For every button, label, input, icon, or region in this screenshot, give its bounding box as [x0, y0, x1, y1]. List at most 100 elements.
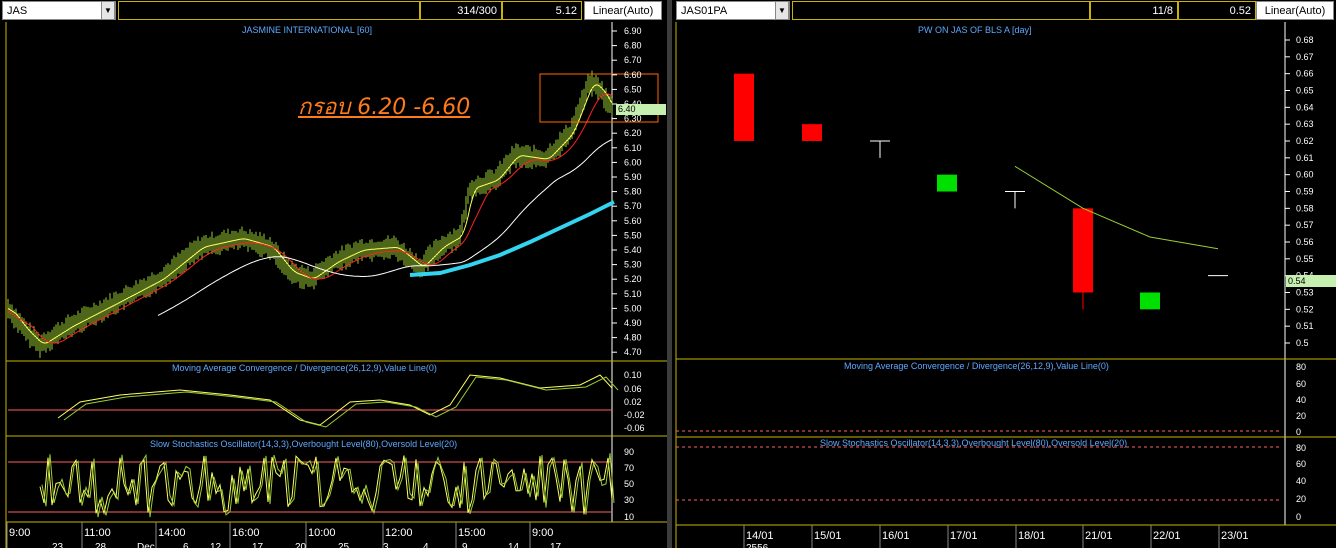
price-tick-label: 0.60: [1296, 170, 1314, 180]
stoch-tick-label: 70: [624, 463, 634, 473]
macd-tick-label: -0.06: [624, 423, 645, 433]
price-tick-label: 4.70: [624, 347, 642, 357]
left-macd-title: Moving Average Convergence / Divergence(…: [172, 363, 437, 373]
price-tick-label: 0.53: [1296, 288, 1314, 298]
moving-average-line: [1014, 165, 1219, 250]
price-tick-label: 0.65: [1296, 86, 1314, 96]
date-axis-label: 18/01: [1018, 530, 1046, 542]
price-tick-label: 0.51: [1296, 321, 1314, 331]
price-tick-label: 0.61: [1296, 153, 1314, 163]
price-tick-label: 0.62: [1296, 136, 1314, 146]
date-axis-label: 17: [550, 542, 562, 548]
price-tick-label: 5.20: [624, 274, 642, 284]
stoch-tick-label: 10: [624, 512, 634, 522]
price-tick-label: 0.63: [1296, 119, 1314, 129]
candle-body: [734, 73, 754, 141]
price-tick-label: 5.00: [624, 303, 642, 313]
price-tick-label: 0.68: [1296, 35, 1314, 45]
date-axis-label: 20: [295, 542, 307, 548]
price-tick-label: 6.20: [624, 128, 642, 138]
price-tick-label: 0.64: [1296, 102, 1314, 112]
left-chart-pane[interactable]: JAS ▼ 314/300 5.12 Linear(Auto) 6.90 6.80…: [0, 0, 667, 548]
right-stoch-title: Slow Stochastics Oscillator(14,3,3),Over…: [820, 438, 1128, 448]
right-chart-pane[interactable]: JAS01PA ▼ 11/8 0.52 Linear(Auto) 0.68 0.6…: [672, 0, 1336, 548]
price-tick-label: 0.67: [1296, 52, 1314, 62]
price-tick-label: 5.60: [624, 216, 642, 226]
price-tick-label: 5.90: [624, 172, 642, 182]
price-tick-label: 5.70: [624, 201, 642, 211]
price-tick-label: 5.50: [624, 230, 642, 240]
price-tick-label: 0.5: [1296, 338, 1309, 348]
price-tick-label: 5.10: [624, 289, 642, 299]
price-tick-label: 5.40: [624, 245, 642, 255]
price-tick-label: 6.60: [624, 70, 642, 80]
macd-line: [57, 374, 613, 426]
date-axis-label: 9: [462, 542, 468, 548]
time-axis-label: 10:00: [308, 527, 336, 539]
price-tick-label: 0.52: [1296, 304, 1314, 314]
price-tick-label: 6.70: [624, 55, 642, 65]
price-tick-label: 6.80: [624, 41, 642, 51]
macd-tick-label: 0: [1296, 427, 1301, 437]
right-price-badge: 0.54: [1286, 275, 1336, 287]
left-stoch-title: Slow Stochastics Oscillator(14,3,3),Over…: [150, 439, 458, 449]
stoch-tick-label: 90: [624, 447, 634, 457]
left-main-chart-title: JASMINE INTERNATIONAL [60]: [242, 25, 373, 35]
macd-signal-line: [63, 376, 619, 428]
candle-body: [802, 124, 822, 141]
date-axis-label: 16/01: [882, 530, 910, 542]
macd-tick-label: 60: [1296, 379, 1306, 389]
stoch-d-line: [41, 453, 615, 518]
price-tick-label: 6.90: [624, 26, 642, 36]
stoch-tick-label: 50: [624, 479, 634, 489]
date-axis-label: 23: [52, 542, 64, 548]
macd-tick-label: 80: [1296, 362, 1306, 372]
stoch-tick-label: 40: [1296, 476, 1306, 486]
right-macd-title: Moving Average Convergence / Divergence(…: [844, 361, 1109, 371]
macd-tick-label: 0.02: [624, 397, 642, 407]
date-axis-label: 23/01: [1221, 530, 1249, 542]
macd-tick-label: 0.06: [624, 384, 642, 394]
year-label: 2556: [746, 543, 769, 548]
time-axis-label: 15:00: [458, 527, 486, 539]
mid-moving-average-line: [7, 93, 613, 344]
right-main-chart-title: PW ON JAS OF BLS A [day]: [918, 25, 1032, 35]
left-chart-canvas[interactable]: 6.90 6.80 6.70 6.60 6.50 6.406.30 6.20 6.10 6.00…: [0, 0, 667, 548]
date-axis-label: 3: [383, 542, 389, 548]
range-annotation: กรอบ 6.20 -6.60: [298, 95, 471, 120]
date-axis-label: 6: [183, 542, 189, 548]
stoch-tick-label: 80: [1296, 443, 1306, 453]
time-axis-label: 9:00: [9, 527, 30, 539]
trend-moving-average-line: [409, 200, 615, 277]
price-tick-label: 0.59: [1296, 187, 1314, 197]
candle-body: [937, 174, 957, 192]
candle-body: [1073, 208, 1093, 293]
stoch-tick-label: 30: [624, 495, 634, 505]
date-axis-label: 17: [252, 542, 264, 548]
price-tick-label: 4.80: [624, 333, 642, 343]
macd-tick-label: 0.10: [624, 370, 642, 380]
date-axis-label: 14/01: [746, 530, 774, 542]
date-axis-label: 22/01: [1153, 530, 1181, 542]
price-tick-label: 0.55: [1296, 254, 1314, 264]
stoch-tick-label: 0: [1296, 512, 1301, 522]
date-axis-label: 21/01: [1085, 530, 1113, 542]
date-axis-label: 12: [210, 542, 222, 548]
price-tick-label: 0.58: [1296, 203, 1314, 213]
macd-tick-label: 40: [1296, 395, 1306, 405]
time-axis-label: 9:00: [532, 527, 553, 539]
price-tick-label: 5.80: [624, 187, 642, 197]
macd-tick-label: -0.02: [624, 410, 645, 420]
left-price-badge: 6.40: [616, 104, 666, 115]
price-tick-label: 0.66: [1296, 69, 1314, 79]
date-axis-label: 25: [338, 542, 350, 548]
date-axis-label: Dec: [137, 542, 155, 548]
date-axis-label: 15/01: [814, 530, 842, 542]
price-tick-label: 6.50: [624, 84, 642, 94]
right-chart-canvas[interactable]: 0.68 0.67 0.66 0.65 0.64 0.63 0.62 0.61 0.60 0.59…: [672, 0, 1336, 548]
date-axis-label: 28: [95, 542, 107, 548]
date-axis-label: 17/01: [950, 530, 978, 542]
time-axis-label: 16:00: [232, 527, 260, 539]
price-tick-label: 6.00: [624, 157, 642, 167]
price-tick-label: 6.10: [624, 143, 642, 153]
